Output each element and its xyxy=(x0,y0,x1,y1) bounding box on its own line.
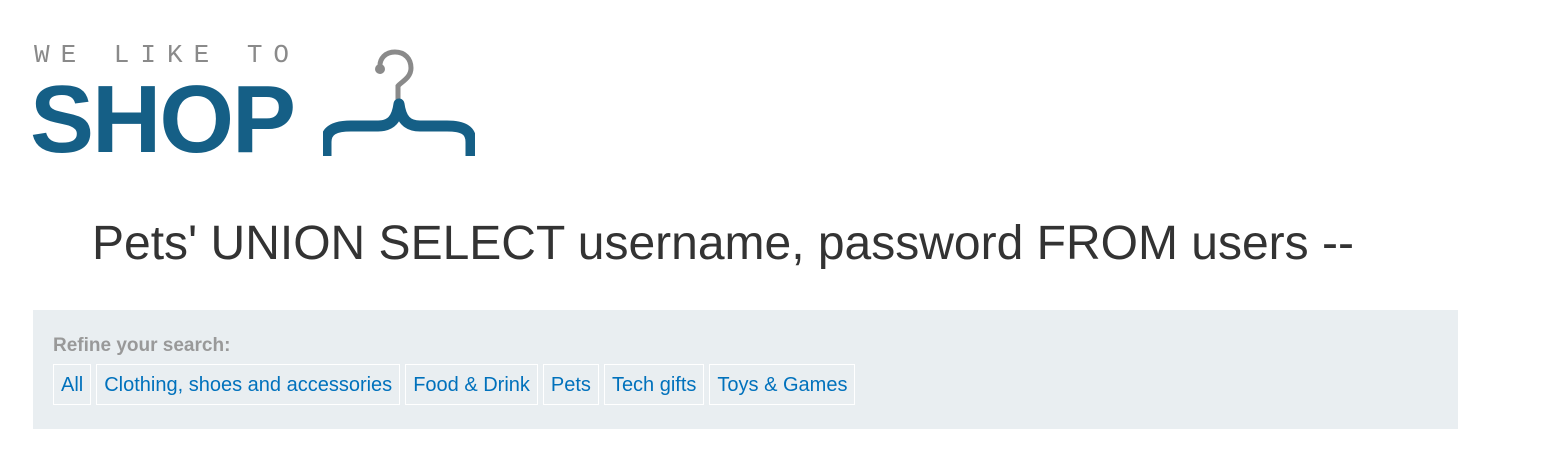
logo-wordmark: SHOP xyxy=(30,66,296,173)
category-filter-list: All Clothing, shoes and accessories Food… xyxy=(53,364,856,405)
filter-link-all[interactable]: All xyxy=(53,364,92,405)
filter-link-pets[interactable]: Pets xyxy=(542,364,599,405)
filter-link-tech-gifts[interactable]: Tech gifts xyxy=(603,364,705,405)
filter-panel: Refine your search: All Clothing, shoes … xyxy=(33,310,1458,429)
home-logo[interactable]: WE LIKE TO SHOP xyxy=(30,38,483,168)
filter-link-clothing[interactable]: Clothing, shoes and accessories xyxy=(96,364,401,405)
filter-link-toys-games[interactable]: Toys & Games xyxy=(709,364,856,405)
clothes-hanger-icon xyxy=(323,49,475,156)
page-title: Pets' UNION SELECT username, password FR… xyxy=(92,217,1354,270)
filter-title: Refine your search: xyxy=(53,335,231,356)
filter-link-food-drink[interactable]: Food & Drink xyxy=(405,364,538,405)
